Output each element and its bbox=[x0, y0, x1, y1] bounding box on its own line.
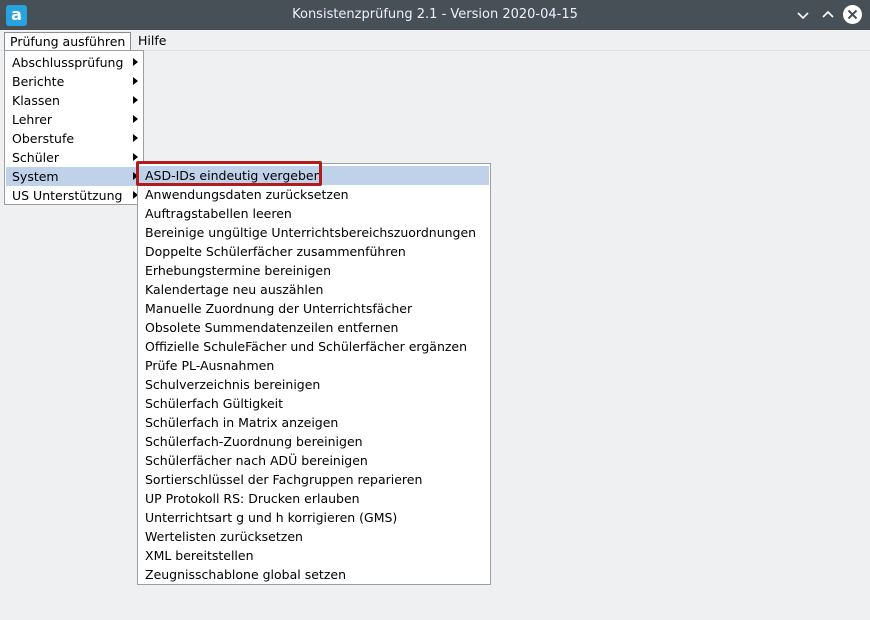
submenu-item[interactable]: Bereinige ungültige Unterrichtsbereichsz… bbox=[139, 223, 489, 242]
menu-item-us-unterstuetzung[interactable]: US Unterstützung bbox=[6, 186, 142, 205]
window-title: Konsistenzprüfung 2.1 - Version 2020-04-… bbox=[292, 7, 578, 22]
submenu-item[interactable]: Schülerfach Gültigkeit bbox=[139, 394, 489, 413]
minimize-chevron-icon[interactable] bbox=[794, 6, 812, 24]
submenu-item[interactable]: Zeugnisschablone global setzen bbox=[139, 565, 489, 584]
submenu-item[interactable]: Unterrichtsart g und h korrigieren (GMS) bbox=[139, 508, 489, 527]
submenu-item[interactable]: Prüfe PL-Ausnahmen bbox=[139, 356, 489, 375]
submenu-item-asd-ids[interactable]: ASD-IDs eindeutig vergeben bbox=[139, 166, 489, 185]
close-icon[interactable] bbox=[843, 5, 862, 24]
submenu-item[interactable]: Schülerfach in Matrix anzeigen bbox=[139, 413, 489, 432]
submenu-item[interactable]: Schülerfach-Zuordnung bereinigen bbox=[139, 432, 489, 451]
title-bar: a Konsistenzprüfung 2.1 - Version 2020-0… bbox=[0, 0, 870, 30]
submenu-arrow-icon bbox=[133, 77, 138, 85]
menu-item-abschlusspruefung[interactable]: Abschlussprüfung bbox=[6, 53, 142, 72]
submenu-item[interactable]: Sortierschlüssel der Fachgruppen reparie… bbox=[139, 470, 489, 489]
submenu-item[interactable]: Auftragstabellen leeren bbox=[139, 204, 489, 223]
submenu-arrow-icon bbox=[133, 153, 138, 161]
system-submenu: ASD-IDs eindeutig vergeben Anwendungsdat… bbox=[136, 161, 491, 585]
submenu-arrow-icon bbox=[133, 58, 138, 66]
submenu-item[interactable]: UP Protokoll RS: Drucken erlauben bbox=[139, 489, 489, 508]
menu-item-lehrer[interactable]: Lehrer bbox=[6, 110, 142, 129]
submenu-item[interactable]: XML bereitstellen bbox=[139, 546, 489, 565]
submenu-item[interactable]: Schulverzeichnis bereinigen bbox=[139, 375, 489, 394]
menu-hilfe[interactable]: Hilfe bbox=[133, 32, 171, 51]
pruefung-dropdown-menu: Abschlussprüfung Berichte Klassen Lehrer… bbox=[4, 50, 144, 205]
submenu-item[interactable]: Doppelte Schülerfächer zusammenführen bbox=[139, 242, 489, 261]
submenu-item[interactable]: Manuelle Zuordnung der Unterrichtsfächer bbox=[139, 299, 489, 318]
menu-item-oberstufe[interactable]: Oberstufe bbox=[6, 129, 142, 148]
menu-pruefung-ausfuehren[interactable]: Prüfung ausführen bbox=[4, 32, 132, 51]
submenu-item[interactable]: Erhebungstermine bereinigen bbox=[139, 261, 489, 280]
maximize-chevron-icon[interactable] bbox=[819, 6, 837, 24]
submenu-item[interactable]: Offizielle SchuleFächer und Schülerfäche… bbox=[139, 337, 489, 356]
menu-bar: Prüfung ausführen Hilfe bbox=[0, 30, 870, 51]
submenu-item[interactable]: Schülerfächer nach ADÜ bereinigen bbox=[139, 451, 489, 470]
submenu-item[interactable]: Kalendertage neu auszählen bbox=[139, 280, 489, 299]
menu-item-schueler[interactable]: Schüler bbox=[6, 148, 142, 167]
menu-item-system[interactable]: System bbox=[6, 167, 142, 186]
submenu-arrow-icon bbox=[133, 115, 138, 123]
submenu-arrow-icon bbox=[133, 134, 138, 142]
submenu-arrow-icon bbox=[133, 96, 138, 104]
menu-item-berichte[interactable]: Berichte bbox=[6, 72, 142, 91]
submenu-item[interactable]: Anwendungsdaten zurücksetzen bbox=[139, 185, 489, 204]
submenu-item[interactable]: Obsolete Summendatenzeilen entfernen bbox=[139, 318, 489, 337]
submenu-item[interactable]: Wertelisten zurücksetzen bbox=[139, 527, 489, 546]
menu-item-klassen[interactable]: Klassen bbox=[6, 91, 142, 110]
